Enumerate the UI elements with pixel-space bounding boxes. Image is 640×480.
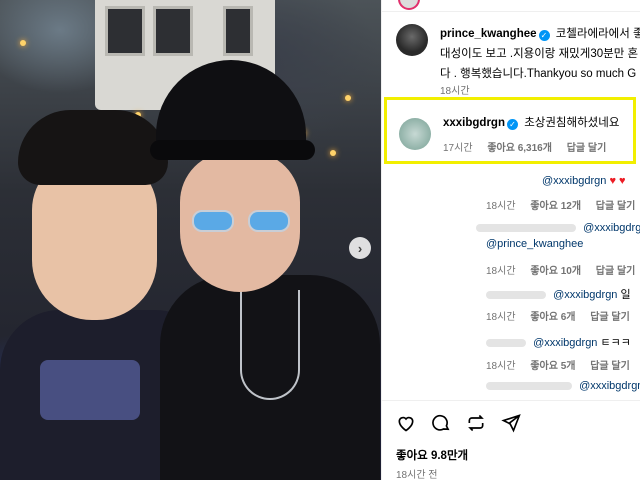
reply-time: 18시간 <box>486 266 516 277</box>
reply-text: @xxxibgdrgn ㅌㅋㅋ <box>486 334 631 350</box>
comment-icon <box>432 414 450 431</box>
reply-time: 18시간 <box>486 361 516 372</box>
post-actions: 좋아요 9.8만개 18시간 전 <box>382 400 640 480</box>
reply-text: @xxxibgdrgn <box>486 380 640 392</box>
cap-brim <box>150 140 315 160</box>
shirt-print <box>40 360 140 420</box>
post-timestamp: 18시간 전 <box>396 470 438 480</box>
caption-line-2: 대성이도 보고 .지용이랑 재밌게30분만 혼 <box>440 48 639 60</box>
reply-item: @xxxibgdrgn ♥ ♥ 18시간 좋아요 12개 답글 달기 <box>382 172 640 222</box>
reply-button[interactable]: 답글 달기 <box>596 266 636 277</box>
reply-mention[interactable]: @xxxibgdrgn <box>553 289 617 301</box>
reply-suffix: ㅌㅋㅋ <box>600 337 631 349</box>
reply-mention[interactable]: @xxxibgdrgn <box>542 175 606 187</box>
reply-mention[interactable]: @xxxibgdrgn <box>533 337 597 349</box>
reply-time: 18시간 <box>486 312 516 323</box>
comment-meta: 17시간 좋아요 6,316개 답글 달기 <box>443 139 618 154</box>
comment-button[interactable] <box>429 411 453 435</box>
commenter-username[interactable]: xxxibgdrgn <box>443 117 505 129</box>
reply-meta: 18시간 좋아요 10개 답글 달기 <box>486 262 640 277</box>
reply-button[interactable]: 답글 달기 <box>567 143 607 154</box>
share-icon <box>501 414 521 433</box>
reply-meta: 18시간 좋아요 6개 답글 달기 <box>486 308 640 323</box>
reply-mention[interactable]: @xxxibgdrgn <box>583 222 640 234</box>
reply-button[interactable]: 답글 달기 <box>590 312 630 323</box>
caption-timestamp: 18시간 <box>440 86 470 97</box>
person-right <box>150 60 380 480</box>
heart-outline-icon <box>398 416 414 432</box>
reply-likes[interactable]: 좋아요 5개 <box>530 361 575 372</box>
likes-count[interactable]: 좋아요 9.8만개 <box>396 447 468 463</box>
comment-likes[interactable]: 좋아요 6,316개 <box>487 143 552 154</box>
reply-button[interactable]: 답글 달기 <box>590 361 630 372</box>
reply-text: @xxxibgdrgn 일 <box>486 286 631 302</box>
blurred-text <box>486 382 572 391</box>
necklace <box>240 290 300 400</box>
reply-likes[interactable]: 좋아요 6개 <box>530 312 575 323</box>
reply-text: @xxxibgdrgn <box>476 222 640 234</box>
comment-line: xxxibgdrgn ✓ 초상권침해하셨네요 <box>443 114 619 130</box>
reply-meta: 18시간 좋아요 5개 답글 달기 <box>486 357 640 372</box>
reply-likes[interactable]: 좋아요 10개 <box>530 266 581 277</box>
verified-badge-icon: ✓ <box>506 119 518 130</box>
trailer-window <box>223 6 253 56</box>
reply-mention-2[interactable]: @prince_kwanghee <box>486 238 583 250</box>
caption-text: prince_kwanghee ✓ 코첼라에라에서 좋 대성이도 보고 .지용이랑… <box>440 24 640 84</box>
caption-line-1: 코첼라에라에서 좋 <box>555 28 640 40</box>
trailer-window <box>153 6 193 56</box>
reply-item: @xxxibgdrgn <box>382 380 640 398</box>
reply-meta: 18시간 좋아요 12개 답글 달기 <box>486 197 640 212</box>
next-photo-button[interactable]: › <box>349 237 371 259</box>
red-heart-icon: ♥ ♥ <box>609 175 626 187</box>
reply-text: @xxxibgdrgn ♥ ♥ <box>542 175 626 187</box>
author-username[interactable]: prince_kwanghee <box>440 28 537 40</box>
post-photo[interactable]: › <box>0 0 381 480</box>
reply-item: @xxxibgdrgn 일 18시간 좋아요 6개 답글 달기 <box>382 286 640 336</box>
reply-button[interactable]: 답글 달기 <box>596 201 636 212</box>
author-avatar[interactable] <box>396 24 428 56</box>
reply-likes[interactable]: 좋아요 12개 <box>530 201 581 212</box>
person-left-hair <box>18 110 168 185</box>
reply-time: 18시간 <box>486 201 516 212</box>
caption-line-3: 다 . 행복했습니다.Thankyou so much G <box>440 68 637 80</box>
reply-mention[interactable]: @xxxibgdrgn <box>579 380 640 392</box>
reply-suffix: 일 <box>620 289 631 301</box>
repost-icon <box>468 414 484 432</box>
reply-text: @prince_kwanghee <box>486 238 583 250</box>
likes-number: 9.8만개 <box>430 450 469 462</box>
reply-item: @xxxibgdrgn ㅌㅋㅋ 18시간 좋아요 5개 답글 달기 <box>382 334 640 384</box>
comment-time: 17시간 <box>443 143 473 154</box>
trailer-window <box>105 6 145 56</box>
chevron-right-icon: › <box>357 240 363 256</box>
repost-button[interactable] <box>464 411 488 435</box>
comment-text: 초상권침해하셨네요 <box>524 117 620 129</box>
blurred-text <box>486 291 546 300</box>
like-button[interactable] <box>394 411 418 435</box>
header-avatar[interactable] <box>398 0 420 10</box>
share-button[interactable] <box>499 411 523 435</box>
post-header <box>382 0 640 12</box>
sunglasses-lens <box>248 210 290 232</box>
verified-badge-icon: ✓ <box>538 30 550 41</box>
reply-item: @xxxibgdrgn @prince_kwanghee 18시간 좋아요 10… <box>382 222 640 277</box>
comments-panel: prince_kwanghee ✓ 코첼라에라에서 좋 대성이도 보고 .지용이랑… <box>381 0 640 480</box>
blurred-text <box>476 224 576 233</box>
sunglasses-lens <box>192 210 234 232</box>
likes-label: 좋아요 <box>396 450 428 462</box>
highlighted-comment: xxxibgdrgn ✓ 초상권침해하셨네요 17시간 좋아요 6,316개 답글… <box>384 97 636 164</box>
commenter-avatar[interactable] <box>399 118 431 150</box>
blurred-text <box>486 339 526 348</box>
